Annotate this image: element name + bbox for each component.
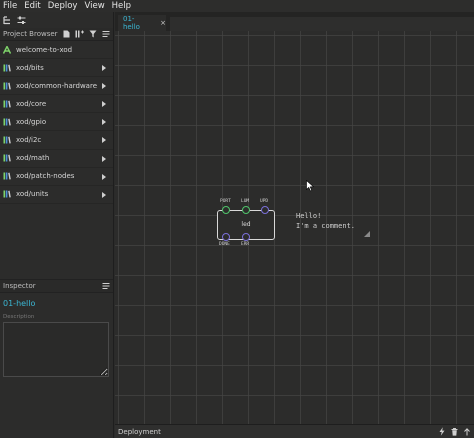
list-item[interactable]: xod/core — [0, 95, 113, 114]
chevron-right-icon[interactable] — [102, 101, 106, 108]
list-menu-icon[interactable] — [102, 282, 110, 290]
patch-canvas[interactable] — [115, 31, 474, 424]
library-label: xod/bits — [16, 63, 44, 72]
description-label: Description — [3, 314, 35, 320]
output-pin-err[interactable] — [242, 233, 250, 241]
inspector-title: Inspector — [3, 282, 36, 290]
tab-bar: 01-hello × — [115, 12, 474, 31]
pin-label-lum: LUM — [241, 199, 250, 204]
library-list: welcome-to-xod xod/bits xod/common-hardw… — [0, 41, 113, 204]
mouse-cursor-icon — [306, 180, 314, 192]
list-item[interactable]: welcome-to-xod — [0, 41, 113, 60]
trash-icon[interactable] — [451, 427, 458, 436]
library-label: xod/i2c — [16, 136, 42, 145]
deployment-bar: Deployment — [115, 424, 474, 438]
input-pin-port[interactable] — [222, 206, 230, 214]
list-item[interactable]: xod/patch-nodes — [0, 168, 113, 186]
node-label: led — [241, 221, 251, 228]
inspector-header: Inspector — [0, 279, 113, 293]
menubar: File Edit Deploy View Help — [0, 0, 474, 12]
deployment-tools — [439, 427, 470, 436]
tab-label: 01-hello — [123, 15, 140, 31]
menu-view[interactable]: View — [84, 1, 104, 11]
chevron-right-icon[interactable] — [102, 83, 106, 90]
input-pin-lum[interactable] — [242, 206, 250, 214]
library-label: xod/gpio — [16, 117, 47, 126]
comment-resize-handle[interactable] — [364, 231, 370, 237]
xod-logo-icon — [3, 45, 11, 54]
library-icon — [3, 172, 11, 180]
chevron-right-icon[interactable] — [102, 173, 106, 180]
pin-label-port: PORT — [220, 199, 231, 204]
description-field[interactable] — [3, 322, 109, 377]
list-item[interactable]: xod/bits — [0, 59, 113, 78]
chevron-right-icon[interactable] — [102, 137, 106, 144]
project-browser-header: Project Browser — [0, 28, 113, 41]
menu-help[interactable]: Help — [112, 1, 131, 11]
library-icon — [3, 136, 11, 144]
chevron-right-icon[interactable] — [102, 65, 106, 72]
library-label: xod/patch-nodes — [16, 172, 75, 181]
chevron-right-icon[interactable] — [102, 191, 106, 198]
left-toolbar — [0, 12, 113, 28]
deployment-title: Deployment — [118, 427, 161, 436]
menu-edit[interactable]: Edit — [24, 1, 40, 11]
library-icon — [3, 64, 11, 72]
project-tree-icon[interactable] — [3, 15, 12, 25]
list-item[interactable]: xod/common-hardware — [0, 77, 113, 96]
output-pin-done[interactable] — [222, 233, 230, 241]
library-label: xod/units — [16, 190, 49, 199]
tab-01-hello[interactable]: 01-hello × — [118, 15, 166, 31]
project-browser-title: Project Browser — [3, 30, 58, 38]
collapse-icon[interactable] — [464, 427, 470, 436]
new-patch-icon[interactable] — [63, 30, 70, 38]
list-menu-icon[interactable] — [102, 30, 110, 38]
list-item[interactable]: xod/gpio — [0, 113, 113, 132]
filter-icon[interactable] — [89, 30, 97, 38]
list-item[interactable]: xod/math — [0, 150, 113, 168]
pin-label-err: ERR — [241, 242, 250, 247]
pin-label-upd: UPD — [260, 199, 269, 204]
close-icon[interactable]: × — [160, 19, 166, 27]
project-browser-tools — [63, 30, 110, 38]
pin-label-done: DONE — [219, 242, 230, 247]
input-pin-upd[interactable] — [261, 206, 269, 214]
chevron-right-icon[interactable] — [102, 119, 106, 126]
library-icon — [3, 118, 11, 126]
sliders-icon[interactable] — [17, 16, 26, 25]
comment-node[interactable]: Hello! I'm a comment. — [296, 211, 355, 231]
library-label: xod/math — [16, 154, 50, 163]
library-label: xod/core — [16, 99, 47, 108]
tab-bar-empty — [170, 17, 474, 31]
library-icon — [3, 190, 11, 198]
list-item[interactable]: xod/i2c — [0, 131, 113, 150]
lightning-icon[interactable] — [439, 427, 445, 436]
inspector-patch-name: 01-hello — [3, 299, 36, 308]
library-label: xod/common-hardware — [16, 81, 97, 90]
menu-deploy[interactable]: Deploy — [48, 1, 78, 11]
list-item[interactable]: xod/units — [0, 186, 113, 204]
add-library-icon[interactable] — [75, 30, 84, 38]
library-icon — [3, 82, 11, 90]
library-label: welcome-to-xod — [16, 45, 73, 54]
menu-file[interactable]: File — [3, 1, 17, 11]
library-icon — [3, 100, 11, 108]
library-icon — [3, 154, 11, 162]
chevron-right-icon[interactable] — [102, 155, 106, 162]
